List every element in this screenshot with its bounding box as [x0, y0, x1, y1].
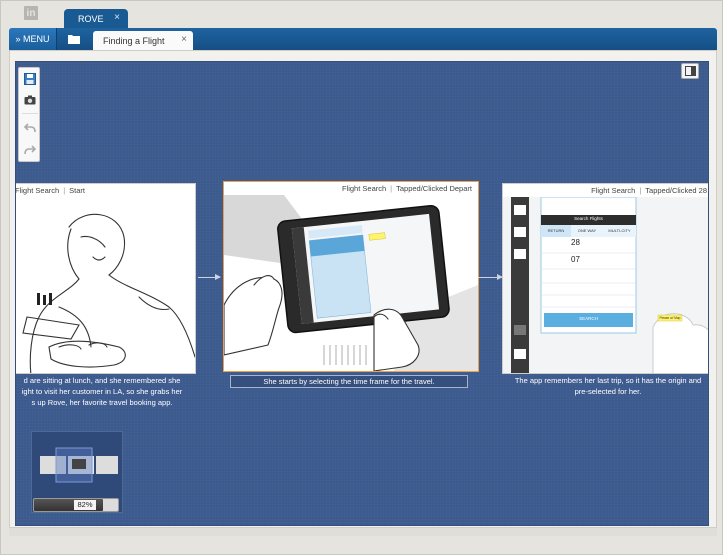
sticky-note: Please w/ Map	[659, 316, 681, 320]
depart-day: 28	[571, 238, 580, 247]
folder-icon[interactable]	[65, 31, 83, 47]
tab-finding-a-flight[interactable]: Finding a Flight ×	[93, 31, 193, 50]
breadcrumb-root: Flight Search	[591, 186, 636, 195]
undo-icon[interactable]	[22, 120, 38, 136]
frame-breadcrumb: Flight Search | Tapped/Clicked 28	[591, 186, 707, 195]
panel-title: Search Flights	[574, 216, 603, 221]
breadcrumb-leaf: Tapped/Clicked Depart	[396, 184, 472, 193]
frame-caption: She starts by selecting the time frame f…	[230, 375, 468, 388]
flow-arrow	[198, 274, 221, 280]
tab-multi-city: MULTI-CITY	[608, 228, 631, 233]
caption-line: The app remembers her last trip, so it h…	[514, 376, 702, 385]
canvas-toolbar	[18, 67, 40, 162]
breadcrumb-leaf: Tapped/Clicked 28	[645, 186, 707, 195]
panel-toggle-icon[interactable]	[681, 63, 699, 79]
redo-icon[interactable]	[22, 142, 38, 158]
app-screen-mockup: Search Flights RETURN ONE WAY MULTI-CITY…	[503, 197, 708, 373]
close-icon[interactable]: ×	[114, 12, 120, 23]
breadcrumb-root: Flight Search	[15, 186, 60, 195]
caption-line: pre-selected for her.	[574, 387, 642, 396]
app-logo: in	[24, 6, 38, 20]
tab-return: RETURN	[547, 228, 565, 233]
tab-label: ROVE	[78, 13, 104, 24]
storyboard-frame-selected[interactable]: Flight Search | Tapped/Clicked Depart	[223, 181, 479, 372]
caption-line: She starts by selecting the time frame f…	[263, 377, 435, 386]
breadcrumb-root: Flight Search	[341, 184, 387, 193]
caption-line: s up Rove, her favorite travel booking a…	[31, 398, 173, 407]
menu-button[interactable]: » MENU	[9, 28, 57, 50]
tab-label: Finding a Flight	[103, 35, 165, 46]
storyboard-frame[interactable]: Flight Search | Start	[15, 183, 196, 374]
breadcrumb-leaf: Start	[69, 186, 85, 195]
frame-caption: The app remembers her last trip, so it h…	[502, 375, 708, 397]
sketch-illustration	[16, 197, 195, 373]
zoom-slider[interactable]: 82%	[33, 498, 119, 512]
storyboard-frame[interactable]: Flight Search | Tapped/Clicked 28 Search…	[502, 183, 708, 374]
close-icon[interactable]: ×	[181, 34, 187, 45]
tab-one-way: ONE WAY	[577, 228, 597, 233]
status-strip	[9, 528, 717, 536]
caption-line: d are sitting at lunch, and she remember…	[23, 376, 181, 385]
zoom-level: 82%	[74, 500, 96, 510]
search-button: SEARCH	[579, 316, 598, 321]
sketch-illustration	[224, 195, 478, 371]
frame-breadcrumb: Flight Search | Start	[15, 186, 85, 195]
return-day: 07	[571, 255, 580, 264]
tab-rove[interactable]: ROVE ×	[64, 9, 128, 28]
app-window: in ROVE × » MENU Finding a Flight × Flig…	[0, 0, 723, 555]
frame-breadcrumb: Flight Search | Tapped/Clicked Depart	[341, 184, 472, 193]
save-icon[interactable]	[22, 71, 38, 87]
frame-caption: d are sitting at lunch, and she remember…	[16, 375, 196, 408]
caption-line: ight to visit her customer in LA, so she…	[21, 387, 183, 396]
camera-icon[interactable]	[22, 92, 38, 108]
flow-arrow	[478, 274, 503, 280]
